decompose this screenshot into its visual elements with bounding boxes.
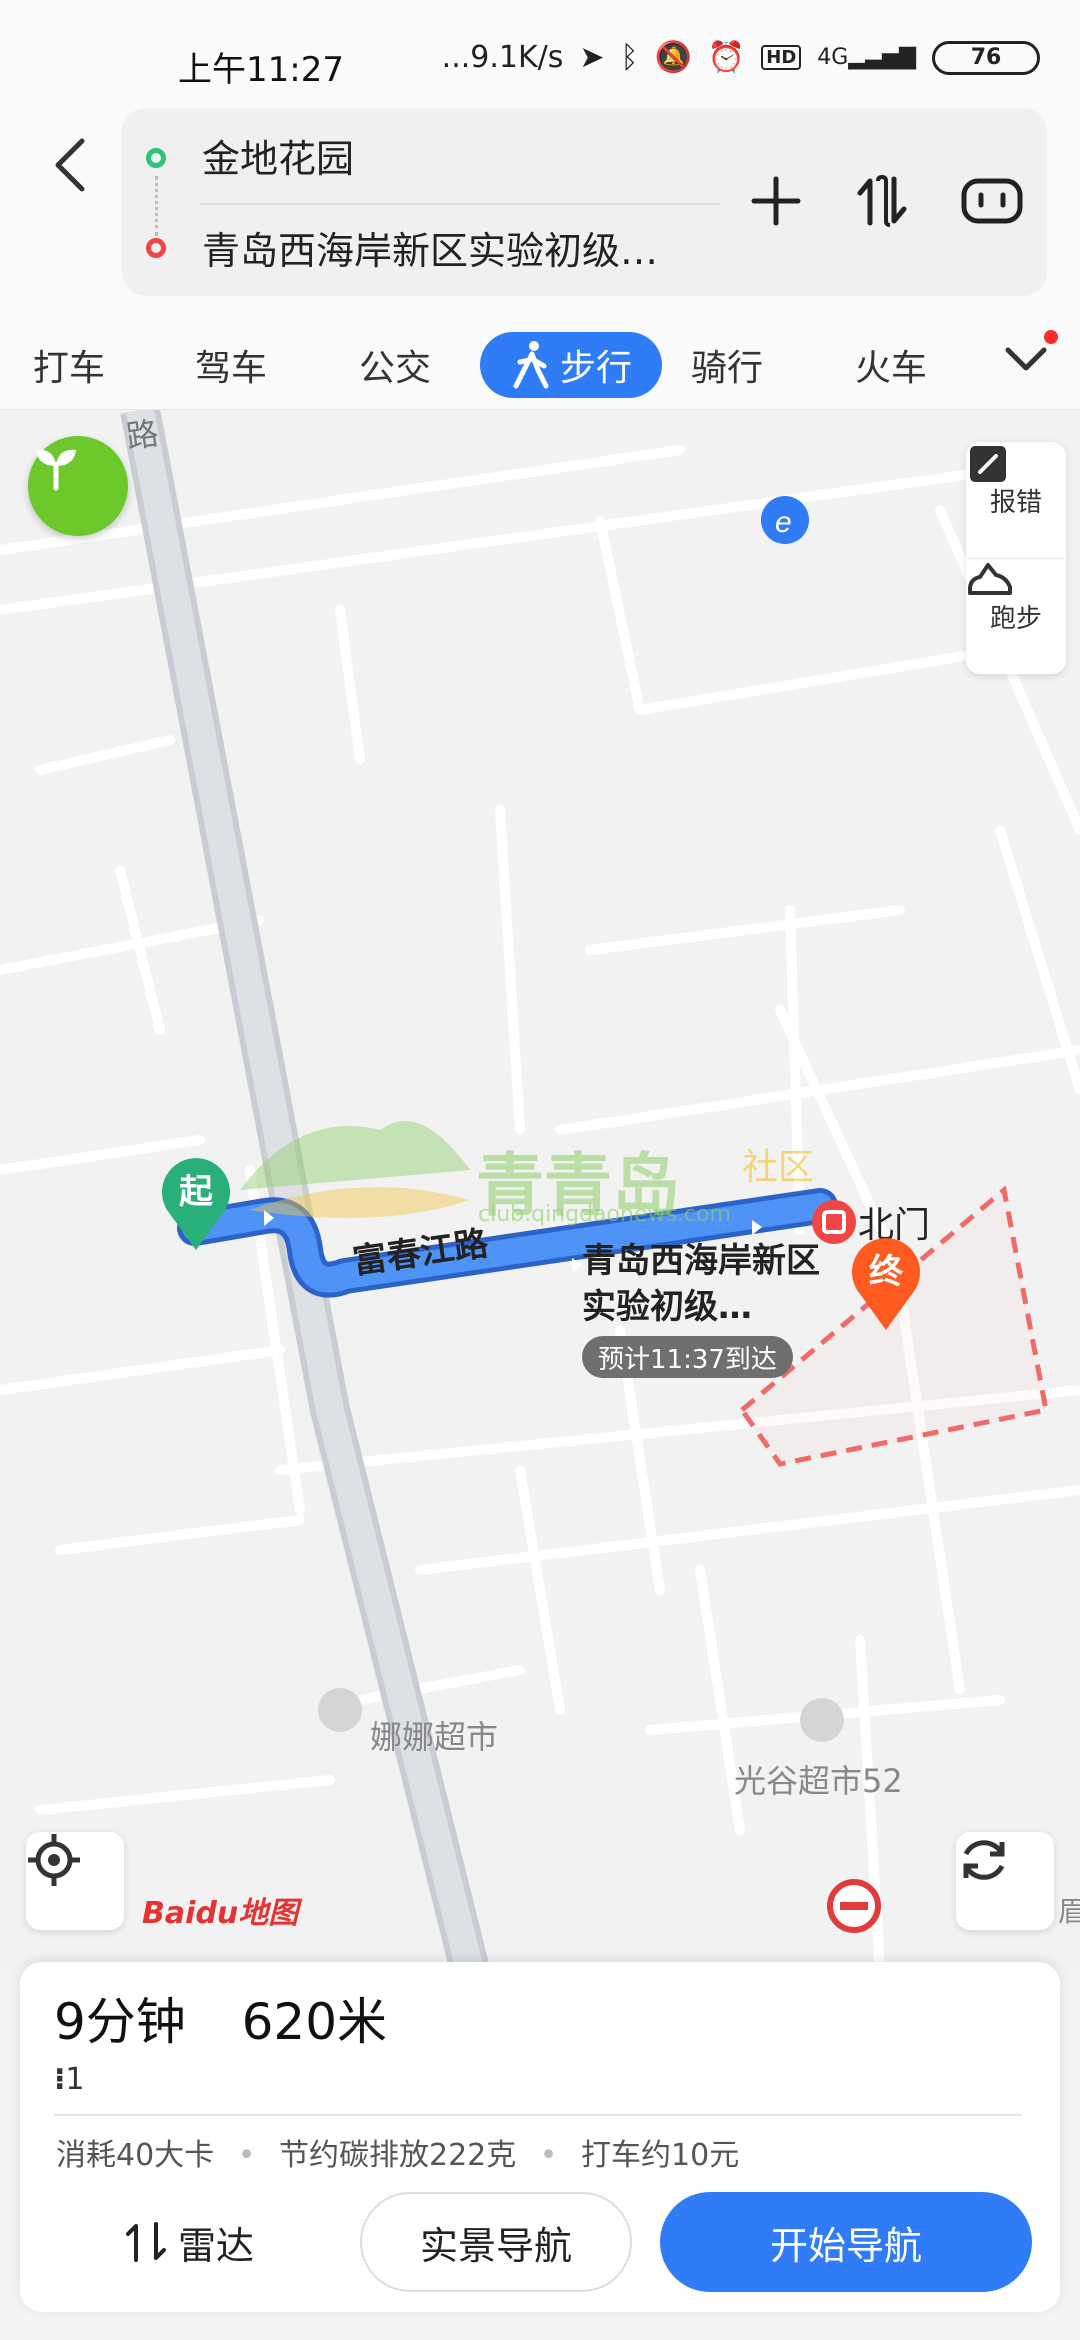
- end-marker-text: 终: [869, 1252, 903, 1292]
- status-time: 上午11:27: [178, 50, 344, 90]
- calories-stat: 消耗40大卡: [56, 2138, 215, 2173]
- baidu-logo: Baidu地图: [142, 1896, 299, 1931]
- tab-label: 步行: [559, 348, 632, 389]
- tab-label: 打车: [32, 348, 105, 389]
- location-icon: ➤: [579, 40, 605, 75]
- poi-label[interactable]: 光谷超市52: [734, 1756, 903, 1802]
- swap-route-button[interactable]: [844, 163, 920, 239]
- route-summary-panel: 9分钟 620米 ⁝1 消耗40大卡 • 节约碳排放222克 • 打车约10元 …: [20, 1962, 1060, 2312]
- tab-bus[interactable]: 公交: [340, 332, 450, 398]
- start-navigation-button[interactable]: 开始导航: [660, 2192, 1032, 2292]
- separator-dot: •: [539, 2138, 558, 2173]
- tab-label: 公交: [358, 348, 431, 389]
- separator-dot: •: [237, 2138, 256, 2173]
- destination-label: 青岛西海岸新区 实验初级…: [582, 1238, 820, 1330]
- end-dot-icon: [146, 238, 166, 258]
- route-input-box: 金地花园 青岛西海岸新区实验初级…: [122, 108, 1047, 296]
- shoe-icon: [968, 563, 1012, 595]
- end-marker[interactable]: 终: [848, 1232, 924, 1332]
- tab-drive[interactable]: 驾车: [176, 332, 286, 398]
- radar-label: 雷达: [177, 2223, 254, 2268]
- taxi-cost-stat: 打车约10元: [581, 2138, 740, 2173]
- report-label: 报错: [989, 487, 1042, 518]
- bluetooth-icon: ᛒ: [620, 40, 639, 75]
- tab-walk[interactable]: 步行: [480, 332, 662, 398]
- swap-icon: [857, 174, 907, 227]
- route-summary: 9分钟 620米: [54, 1982, 387, 2054]
- tab-bike[interactable]: 骑行: [672, 332, 782, 398]
- travel-mode-tabs: 打车 驾车 公交 步行 骑行 火车: [0, 310, 1080, 410]
- tab-label: 驾车: [194, 348, 267, 389]
- chevron-left-icon: [55, 138, 85, 192]
- route-connector: [155, 176, 158, 236]
- network-type: 4G: [817, 45, 849, 70]
- route-stats: 消耗40大卡 • 节约碳排放222克 • 打车约10元: [56, 2130, 739, 2174]
- shop-icon: [800, 1698, 844, 1742]
- back-button[interactable]: [40, 130, 100, 200]
- robot-icon: [961, 178, 1023, 224]
- notification-dot: [1044, 330, 1058, 344]
- tab-label: 火车: [854, 348, 927, 389]
- start-navigation-label: 开始导航: [769, 2223, 922, 2268]
- map-view[interactable]: e 路 富春江路 青岛西海岸新区 实验初级… 预计11:37到达 北门 娜娜超市…: [0, 410, 1080, 1970]
- edit-icon: [970, 446, 1006, 482]
- end-location-field[interactable]: 青岛西海岸新区实验初级…: [202, 220, 658, 275]
- add-waypoint-button[interactable]: [738, 163, 814, 239]
- start-marker-text: 起: [179, 1172, 213, 1212]
- tab-train[interactable]: 火车: [836, 332, 946, 398]
- destination-label-line2: 实验初级…: [582, 1287, 752, 1327]
- mute-icon: 🔕: [654, 40, 692, 75]
- hd-badge: HD: [761, 45, 802, 70]
- report-error-button[interactable]: 报错: [966, 442, 1066, 558]
- voice-assistant-button[interactable]: [954, 163, 1030, 239]
- network-speed: ...9.1K/s: [441, 40, 564, 75]
- run-label: 跑步: [989, 604, 1042, 634]
- watermark-sub: 社区: [742, 1147, 815, 1188]
- radar-icon: [125, 2222, 166, 2262]
- battery-indicator: 76: [932, 40, 1040, 75]
- carbon-stat: 节约碳排放222克: [278, 2138, 517, 2173]
- radar-button[interactable]: 雷达: [60, 2192, 320, 2292]
- route-divider: [200, 203, 720, 205]
- distance: 620米: [241, 1993, 388, 2051]
- map-tools-panel: 报错 跑步: [966, 442, 1066, 674]
- ar-navigation-label: 实景导航: [419, 2223, 572, 2268]
- traffic-light-icon: ⁝: [54, 2062, 66, 2097]
- locate-me-button[interactable]: [26, 1832, 124, 1930]
- road-label: 路: [123, 413, 161, 457]
- walking-icon: [513, 341, 549, 389]
- alarm-icon: ⏰: [707, 40, 746, 75]
- status-icons: ...9.1K/s ➤ ᛒ 🔕 ⏰ HD 4G▂▃▅▇ 76: [442, 40, 1040, 75]
- status-bar: 上午11:27 ...9.1K/s ➤ ᛒ 🔕 ⏰ HD 4G▂▃▅▇ 76: [0, 0, 1080, 100]
- ar-navigation-button[interactable]: 实景导航: [360, 2192, 632, 2292]
- destination-label-line1: 青岛西海岸新区: [582, 1241, 820, 1281]
- start-location-field[interactable]: 金地花园: [202, 128, 354, 183]
- edge-road-label: 眉: [1058, 1895, 1080, 1928]
- sprout-icon: [36, 449, 76, 491]
- running-button[interactable]: 跑步: [966, 558, 1066, 674]
- no-entry-bar: [840, 1902, 868, 1910]
- tab-label: 骑行: [690, 348, 763, 389]
- refresh-route-button[interactable]: [956, 1832, 1054, 1930]
- plus-icon: [751, 176, 801, 226]
- traffic-light-count: 1: [65, 2062, 85, 2097]
- charging-station-glyph: e: [775, 506, 792, 539]
- start-dot-icon: [146, 148, 166, 168]
- route-header: 金地花园 青岛西海岸新区实验初级…: [0, 100, 1080, 310]
- shop-icon: [318, 1688, 362, 1732]
- tab-taxi[interactable]: 打车: [14, 332, 124, 398]
- duration: 9分钟: [54, 1993, 186, 2051]
- eta-badge: 预计11:37到达: [582, 1336, 793, 1378]
- poi-label[interactable]: 娜娜超市: [370, 1712, 498, 1758]
- start-marker[interactable]: 起: [158, 1152, 234, 1252]
- traffic-lights: ⁝1: [54, 2062, 85, 2097]
- refresh-icon: [963, 1840, 1005, 1880]
- watermark-url: club.qingdaonews.com: [478, 1202, 731, 1227]
- crosshair-icon: [28, 1834, 80, 1886]
- panel-divider: [54, 2114, 1022, 2116]
- eco-mode-button[interactable]: [28, 436, 128, 536]
- signal-icon: 4G▂▃▅▇: [817, 45, 916, 70]
